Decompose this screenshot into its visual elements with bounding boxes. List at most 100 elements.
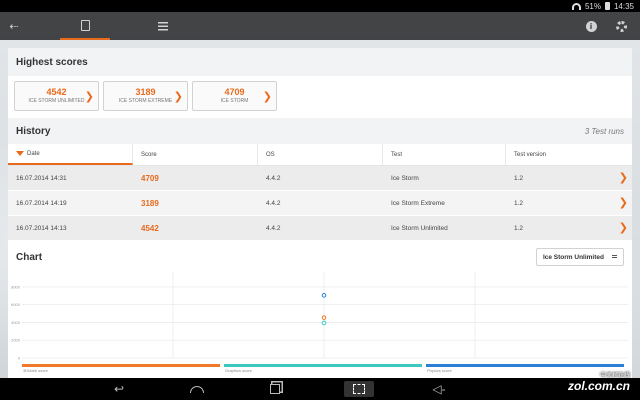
- score-label: ICE STORM EXTREME: [118, 98, 173, 104]
- nav-recent-apps-button[interactable]: [264, 381, 286, 397]
- column-label: Score: [141, 151, 157, 158]
- test-runs-count: 3 Test runs: [584, 126, 624, 136]
- score-card-ice-storm-extreme[interactable]: 3189 ICE STORM EXTREME ❯: [103, 81, 188, 111]
- table-row[interactable]: 16.07.2014 14:13 4542 4.4.2 Ice Storm Un…: [8, 216, 632, 241]
- clock: 14:35: [613, 1, 634, 11]
- cell-os: 4.4.2: [266, 174, 281, 182]
- score-value: 4709: [224, 87, 245, 97]
- volume-icon: ◁-: [432, 382, 446, 396]
- legend-bar: [224, 364, 422, 367]
- table-row[interactable]: 16.07.2014 14:19 3189 4.4.2 Ice Storm Ex…: [8, 191, 632, 216]
- tab-results[interactable]: [60, 12, 110, 40]
- score-card-ice-storm[interactable]: 4709 ICE STORM ❯: [192, 81, 277, 111]
- cell-version: 1.2: [514, 199, 524, 207]
- info-button[interactable]: i: [580, 12, 602, 40]
- column-header-os[interactable]: OS: [258, 144, 383, 165]
- chevron-right-icon: ❯: [618, 172, 628, 184]
- wifi-icon: [571, 2, 581, 10]
- cell-version: 1.2: [514, 174, 524, 182]
- cell-os: 4.4.2: [266, 199, 281, 207]
- data-point: [321, 315, 327, 320]
- document-icon: [80, 19, 90, 31]
- history-header: History 3 Test runs: [8, 118, 632, 144]
- cell-test: Ice Storm Unlimited: [391, 224, 448, 232]
- column-header-test[interactable]: Test: [383, 144, 506, 165]
- highest-scores-title: Highest scores: [8, 48, 632, 76]
- chart-title: Chart: [16, 251, 43, 263]
- cell-test: Ice Storm Extreme: [391, 199, 445, 207]
- table-row[interactable]: 16.07.2014 14:31 4709 4.4.2 Ice Storm 1.…: [8, 166, 632, 191]
- legend-bar: [426, 364, 624, 367]
- cell-date: 16.07.2014 14:13: [16, 224, 67, 232]
- watermark-text: zol.com.cn: [567, 379, 630, 393]
- cell-os: 4.4.2: [266, 224, 281, 232]
- tab-list[interactable]: [138, 12, 188, 40]
- recent-apps-icon: [270, 384, 280, 394]
- sort-desc-icon: [16, 151, 24, 156]
- chevron-right-icon: ❯: [618, 222, 628, 234]
- volume-down-button[interactable]: ◁-: [428, 381, 450, 397]
- chevron-right-icon: ❯: [618, 197, 628, 209]
- y-tick-label: 4000: [11, 320, 21, 325]
- column-header-test-version[interactable]: Test version: [506, 144, 632, 165]
- cell-test: Ice Storm: [391, 174, 419, 182]
- chevron-right-icon: ❯: [84, 91, 94, 103]
- data-point: [321, 293, 327, 298]
- column-label: Date: [27, 150, 40, 157]
- score-label: ICE STORM UNLIMITED: [28, 98, 85, 104]
- nav-home-button[interactable]: [186, 381, 208, 397]
- watermark-logo: 中关村在线 zol.com.cn: [568, 370, 630, 393]
- legend-label: 3DMark score: [23, 368, 49, 373]
- dropdown-value: Ice Storm Unlimited: [542, 253, 604, 261]
- cell-date: 16.07.2014 14:31: [16, 174, 67, 182]
- system-navigation-bar: ↩ ◁-: [0, 378, 640, 400]
- history-title: History: [16, 125, 51, 137]
- chevron-right-icon: ❯: [262, 91, 272, 103]
- status-bar: 51% 14:35: [0, 0, 640, 12]
- screenshot-button[interactable]: [344, 381, 374, 397]
- watermark-small: 中关村在线: [599, 373, 630, 379]
- history-table-body: 16.07.2014 14:31 4709 4.4.2 Ice Storm 1.…: [8, 166, 632, 241]
- y-tick-label: 8000: [11, 284, 21, 289]
- score-label: ICE STORM: [220, 98, 249, 104]
- history-table-header: Date Score OS Test Test version: [8, 144, 632, 166]
- cell-date: 16.07.2014 14:19: [16, 199, 67, 207]
- back-icon[interactable]: ⇠: [4, 12, 24, 40]
- column-header-date[interactable]: Date: [8, 144, 133, 165]
- chart-header: Chart Ice Storm Unlimited: [8, 243, 632, 271]
- nav-back-icon[interactable]: ↩: [108, 381, 130, 397]
- score-card-ice-storm-unlimited[interactable]: 4542 ICE STORM UNLIMITED ❯: [14, 81, 99, 111]
- chevron-right-icon: ❯: [173, 91, 183, 103]
- cell-score: 4542: [141, 223, 159, 233]
- y-tick-label: 6000: [11, 302, 21, 307]
- screenshot-icon: [353, 384, 365, 394]
- cell-score: 4709: [141, 173, 159, 183]
- menu-icon: [612, 255, 617, 259]
- column-label: Test: [391, 151, 403, 158]
- y-tick-label: 2000: [11, 338, 21, 343]
- cell-version: 1.2: [514, 224, 524, 232]
- info-icon: i: [585, 20, 597, 32]
- score-chart: 8000 6000 4000 2000 0 3DMark score Graphics sc…: [11, 272, 628, 373]
- settings-button[interactable]: [610, 12, 632, 40]
- legend-label: Physics score: [427, 368, 452, 373]
- highest-scores-list: 4542 ICE STORM UNLIMITED ❯ 3189 ICE STOR…: [8, 76, 632, 118]
- home-icon: [190, 385, 204, 393]
- cell-score: 3189: [141, 198, 159, 208]
- column-label: OS: [266, 151, 275, 158]
- gear-icon: [615, 20, 627, 32]
- list-icon: [158, 21, 168, 31]
- legend-label: Graphics score: [225, 368, 253, 373]
- app-top-bar: ⇠ i: [0, 12, 640, 40]
- score-value: 4542: [46, 87, 67, 97]
- column-label: Test version: [514, 151, 547, 158]
- battery-icon: [604, 2, 610, 10]
- y-tick-label: 0: [18, 356, 21, 361]
- column-header-score[interactable]: Score: [133, 144, 258, 165]
- data-point: [321, 320, 327, 326]
- score-value: 3189: [135, 87, 156, 97]
- results-panel: Highest scores 4542 ICE STORM UNLIMITED …: [8, 48, 632, 378]
- test-select-dropdown[interactable]: Ice Storm Unlimited: [535, 248, 624, 266]
- legend-bar: [22, 364, 220, 367]
- battery-percent: 51%: [584, 1, 601, 11]
